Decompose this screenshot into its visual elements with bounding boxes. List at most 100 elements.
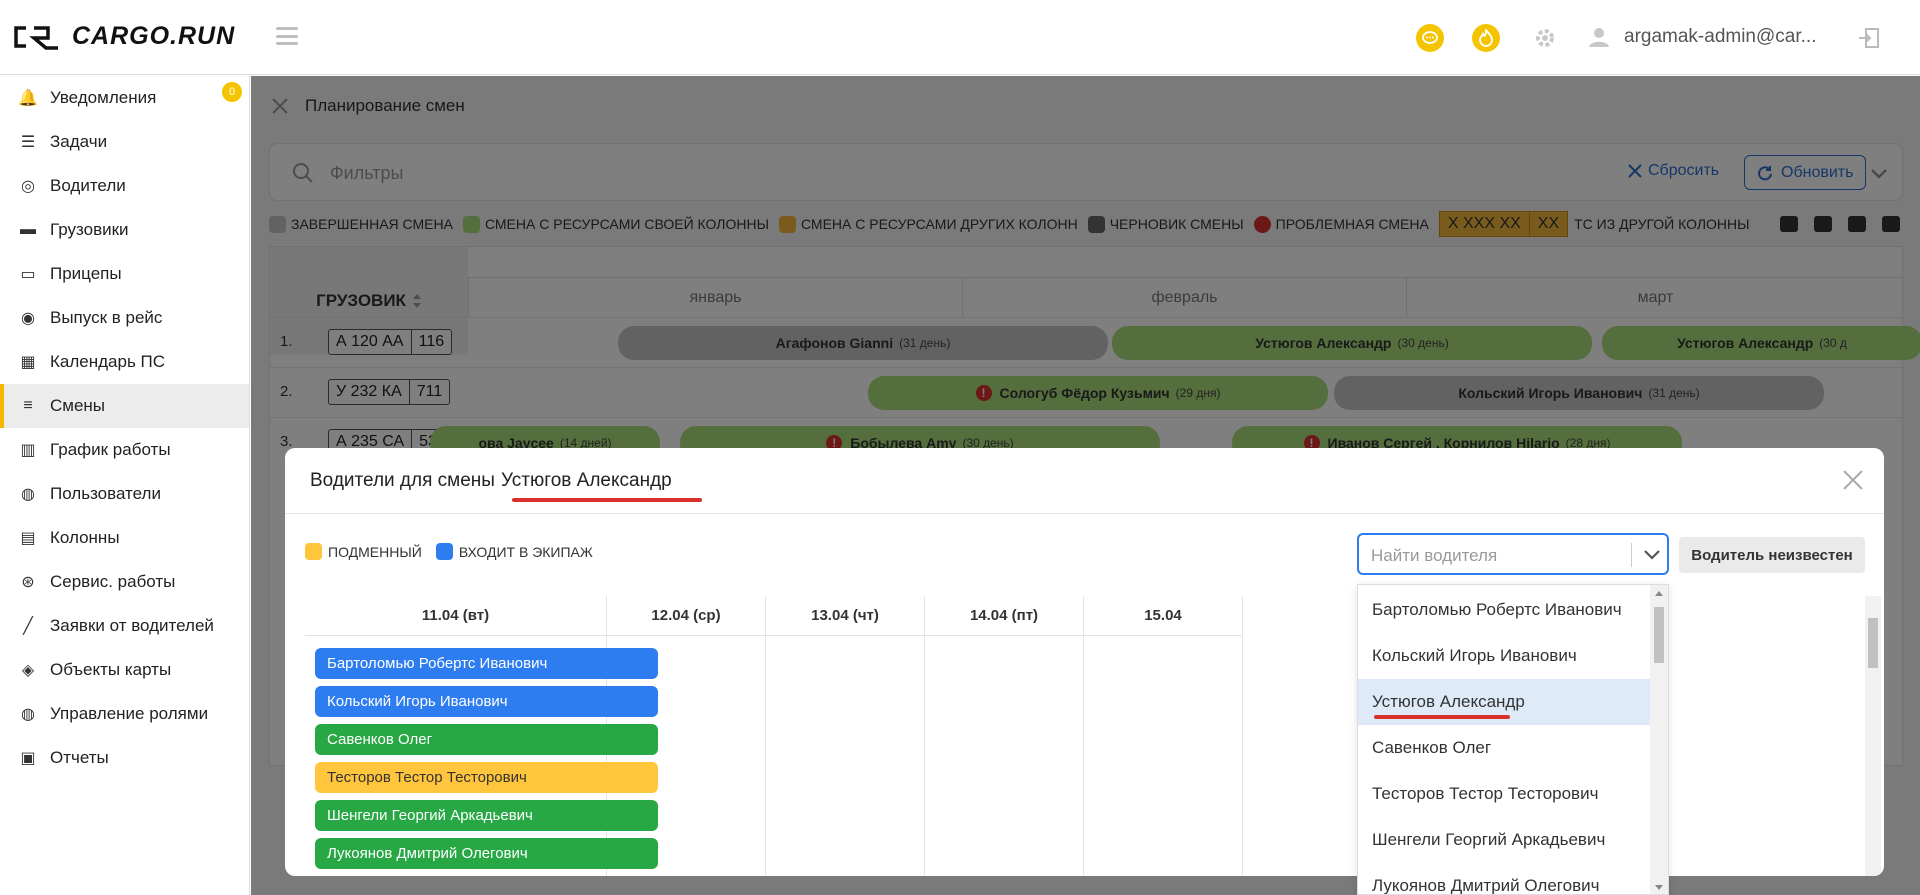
day-column: 12.04 (ср) (607, 596, 766, 876)
cargo-logo-icon (14, 25, 58, 50)
day-header: 15.04 (1084, 596, 1242, 636)
notification-badge: 0 (222, 82, 242, 102)
driver-dropdown: Лукоянов Дмитрий Олегович Шенгели Георгий… (1357, 584, 1669, 895)
sidebar-item[interactable]: ╱ Заявки от водителей (0, 604, 249, 648)
sidebar-item-label: Отчеты (50, 748, 109, 767)
modal-scrollbar[interactable] (1865, 596, 1881, 876)
sidebar-item-label: Управление ролями (50, 704, 209, 723)
user-email: argamak-admin@car... (1624, 26, 1817, 47)
day-header: 14.04 (пт) (925, 596, 1083, 636)
driver-search-input[interactable]: Найти водителя (1357, 533, 1669, 575)
modal-header: Водители для смены Устюгов Александр (285, 448, 1884, 514)
sidebar-item-label: График работы (50, 440, 171, 459)
user-menu[interactable]: argamak-admin@car... (1588, 26, 1816, 48)
sidebar-item-label: Календарь ПС (50, 352, 166, 371)
truck-icon: ▬ (20, 221, 36, 238)
bell-icon: 🔔 (18, 90, 38, 107)
driver-search-placeholder: Найти водителя (1371, 546, 1498, 565)
sidebar-item[interactable]: ▬ Грузовики (0, 208, 249, 252)
gear-icon[interactable] (1531, 24, 1559, 52)
sidebar-item-label: Пользователи (50, 484, 161, 503)
day-column: 11.04 (вт) Бартоломью Робертс Иванович Кол… (305, 596, 658, 876)
menu-toggle-icon[interactable] (276, 27, 298, 45)
modal-title-prefix: Водители для смены (310, 470, 495, 491)
dropdown-option[interactable]: Бартоломью Робертс Иванович (1358, 587, 1651, 633)
wrench-icon: ╱ (23, 618, 33, 635)
divider (1631, 543, 1632, 567)
modal-title: Водители для смены Устюгов Александр (310, 470, 672, 492)
sidebar-item-label: Сервис. работы (50, 572, 176, 591)
map-icon: ◈ (21, 662, 35, 679)
chart-icon: ▥ (20, 442, 36, 459)
day-header: 13.04 (чт) (766, 596, 924, 636)
chevron-down-icon[interactable] (1641, 543, 1663, 565)
sidebar-item[interactable]: ☰ Задачи (0, 120, 249, 164)
sidebar-item[interactable]: ◎ Водители (0, 164, 249, 208)
sidebar-item-label: Водители (50, 176, 126, 195)
sidebar-item[interactable]: ▤ Колонны (0, 516, 249, 560)
dropdown-option[interactable]: Савенков Олег (1358, 725, 1651, 771)
day-header: 12.04 (ср) (607, 596, 765, 636)
sidebar-item[interactable]: 🔔 Уведомления 0 (0, 76, 249, 120)
sidebar-item[interactable]: ⊛ Сервис. работы (0, 560, 249, 604)
highlight-underline (1374, 715, 1510, 719)
logout-icon[interactable] (1858, 27, 1880, 49)
sidebar-item-label: Смены (50, 396, 106, 415)
sidebar-item-label: Задачи (50, 132, 108, 151)
scroll-up-icon[interactable] (1654, 589, 1664, 597)
day-column: 13.04 (чт) (766, 596, 925, 876)
sidebar-item-label: Уведомления (50, 88, 157, 107)
sidebar-item-label: Колонны (50, 528, 120, 547)
roles-icon: ◍ (21, 706, 35, 723)
tasks-icon: ☰ (20, 134, 36, 151)
sidebar-item-label: Объекты карты (50, 660, 172, 679)
dropdown-option[interactable]: Тесторов Тестор Тесторович (1358, 771, 1651, 817)
sidebar-item-label: Прицепы (50, 264, 122, 283)
sidebar: 🔔 Уведомления 0 ☰ Задачи ◎ Водители ▬ Грузовики ▭… (0, 76, 250, 895)
sidebar-item[interactable]: ≡ Смены (0, 384, 249, 428)
trailer-icon: ▭ (20, 266, 36, 283)
day-column: 14.04 (пт) (925, 596, 1084, 876)
report-icon: ▣ (20, 750, 36, 767)
garage-icon: ▤ (20, 530, 36, 547)
sidebar-item[interactable]: ▦ Календарь ПС (0, 340, 249, 384)
sidebar-item[interactable]: ▥ График работы (0, 428, 249, 472)
sidebar-item[interactable]: ◍ Пользователи (0, 472, 249, 516)
crew-swatch (435, 543, 453, 560)
substitute-label: ПОДМЕННЫЙ (328, 543, 422, 560)
sidebar-item-label: Выпуск в рейс (50, 308, 163, 327)
sidebar-item[interactable]: ◈ Объекты карты (0, 648, 249, 692)
highlight-underline (512, 498, 702, 502)
steering-wheel-icon: ◎ (21, 178, 35, 195)
calendar-icon: ▦ (20, 354, 36, 371)
sidebar-item[interactable]: ▣ Отчеты (0, 736, 249, 780)
sidebar-item[interactable]: ▭ Прицепы (0, 252, 249, 296)
crew-label: ВХОДИТ В ЭКИПАЖ (458, 543, 593, 560)
sidebar-item-label: Грузовики (50, 220, 129, 239)
scroll-down-icon[interactable] (1654, 884, 1664, 892)
list-icon: ≡ (23, 397, 33, 414)
dropdown-option[interactable]: Кольский Игорь Иванович (1358, 633, 1651, 679)
modal-title-name: Устюгов Александр (500, 470, 672, 491)
close-icon[interactable] (1841, 468, 1865, 492)
wheel-icon: ⊛ (21, 574, 35, 591)
chat-icon[interactable] (1416, 24, 1444, 52)
top-bar: CARGO.RUN argamak-admin@car... (0, 0, 1920, 75)
dropdown-scrollbar[interactable] (1650, 585, 1668, 894)
substitute-swatch (305, 543, 322, 560)
user-icon (1589, 28, 1609, 47)
users-icon: ◍ (21, 486, 35, 503)
driver-unknown-button[interactable]: Водитель неизвестен (1679, 537, 1865, 573)
sidebar-item-label: Заявки от водителей (50, 616, 214, 635)
logo[interactable]: CARGO.RUN (12, 22, 235, 51)
logo-text: CARGO.RUN (72, 22, 236, 50)
modal-legend: ПОДМЕННЫЙ ВХОДИТ В ЭКИПАЖ (305, 543, 593, 560)
day-column: 15.04 (1084, 596, 1243, 876)
sidebar-item[interactable]: ◍ Управление ролями (0, 692, 249, 736)
sidebar-item[interactable]: ◉ Выпуск в рейс (0, 296, 249, 340)
user-check-icon: ◉ (21, 310, 35, 327)
fire-icon[interactable] (1472, 24, 1500, 52)
day-header: 11.04 (вт) (305, 596, 606, 636)
dropdown-option[interactable]: Лукоянов Дмитрий Олегович (1358, 863, 1651, 894)
dropdown-option[interactable]: Шенгели Георгий Аркадьевич (1358, 817, 1651, 863)
